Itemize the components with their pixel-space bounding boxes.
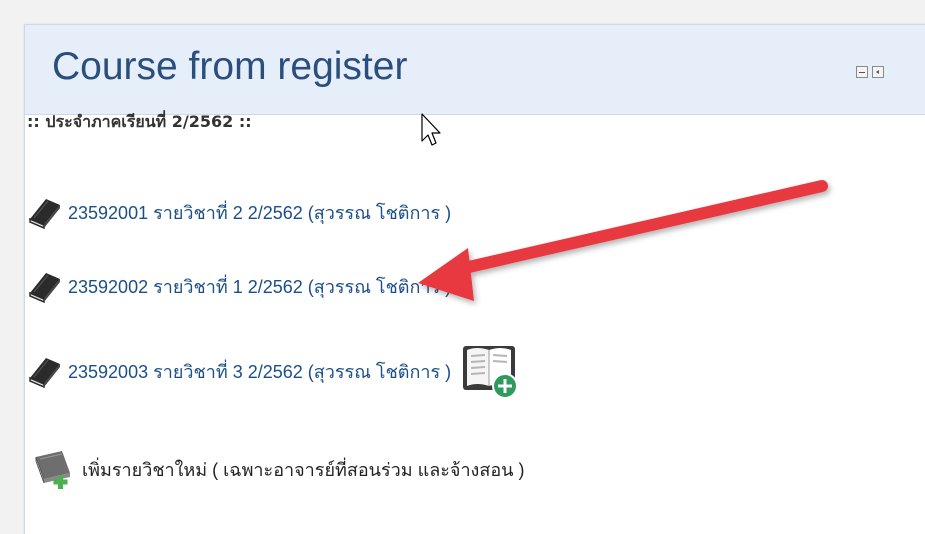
- dock-icon[interactable]: [872, 66, 884, 78]
- book-icon: [29, 358, 60, 389]
- block-title: Course from register: [52, 45, 408, 88]
- course-link[interactable]: 23592003 รายวิชาที่ 3 2/2562 (สุวรรณ โชต…: [68, 357, 451, 386]
- add-course-icon: [35, 451, 70, 489]
- block-controls: [856, 66, 884, 78]
- add-course-link[interactable]: เพิ่มรายวิชาใหม่ ( เฉพาะอาจารย์ที่สอนร่ว…: [82, 455, 524, 484]
- semester-label: :: ประจำภาคเรียนที่ 2/2562 ::: [27, 112, 252, 131]
- book-icon: [29, 273, 60, 304]
- course-item[interactable]: 23592002 รายวิชาที่ 1 2/2562 (สุวรรณ โชต…: [24, 267, 451, 305]
- block-header: Course from register: [25, 25, 925, 115]
- course-link[interactable]: 23592002 รายวิชาที่ 1 2/2562 (สุวรรณ โชต…: [68, 272, 451, 301]
- course-item[interactable]: 23592003 รายวิชาที่ 3 2/2562 (สุวรรณ โชต…: [24, 340, 523, 402]
- course-link[interactable]: 23592001 รายวิชาที่ 2 2/2562 (สุวรรณ โชต…: [68, 198, 451, 227]
- minimize-icon[interactable]: [856, 66, 868, 78]
- course-item[interactable]: 23592001 รายวิชาที่ 2 2/2562 (สุวรรณ โชต…: [24, 193, 451, 231]
- page: Course from register :: ประจำภาคเรียนที่…: [0, 0, 925, 534]
- add-book-icon[interactable]: [459, 340, 523, 402]
- book-icon: [29, 199, 60, 230]
- add-course-row[interactable]: เพิ่มรายวิชาใหม่ ( เฉพาะอาจารย์ที่สอนร่ว…: [32, 447, 524, 491]
